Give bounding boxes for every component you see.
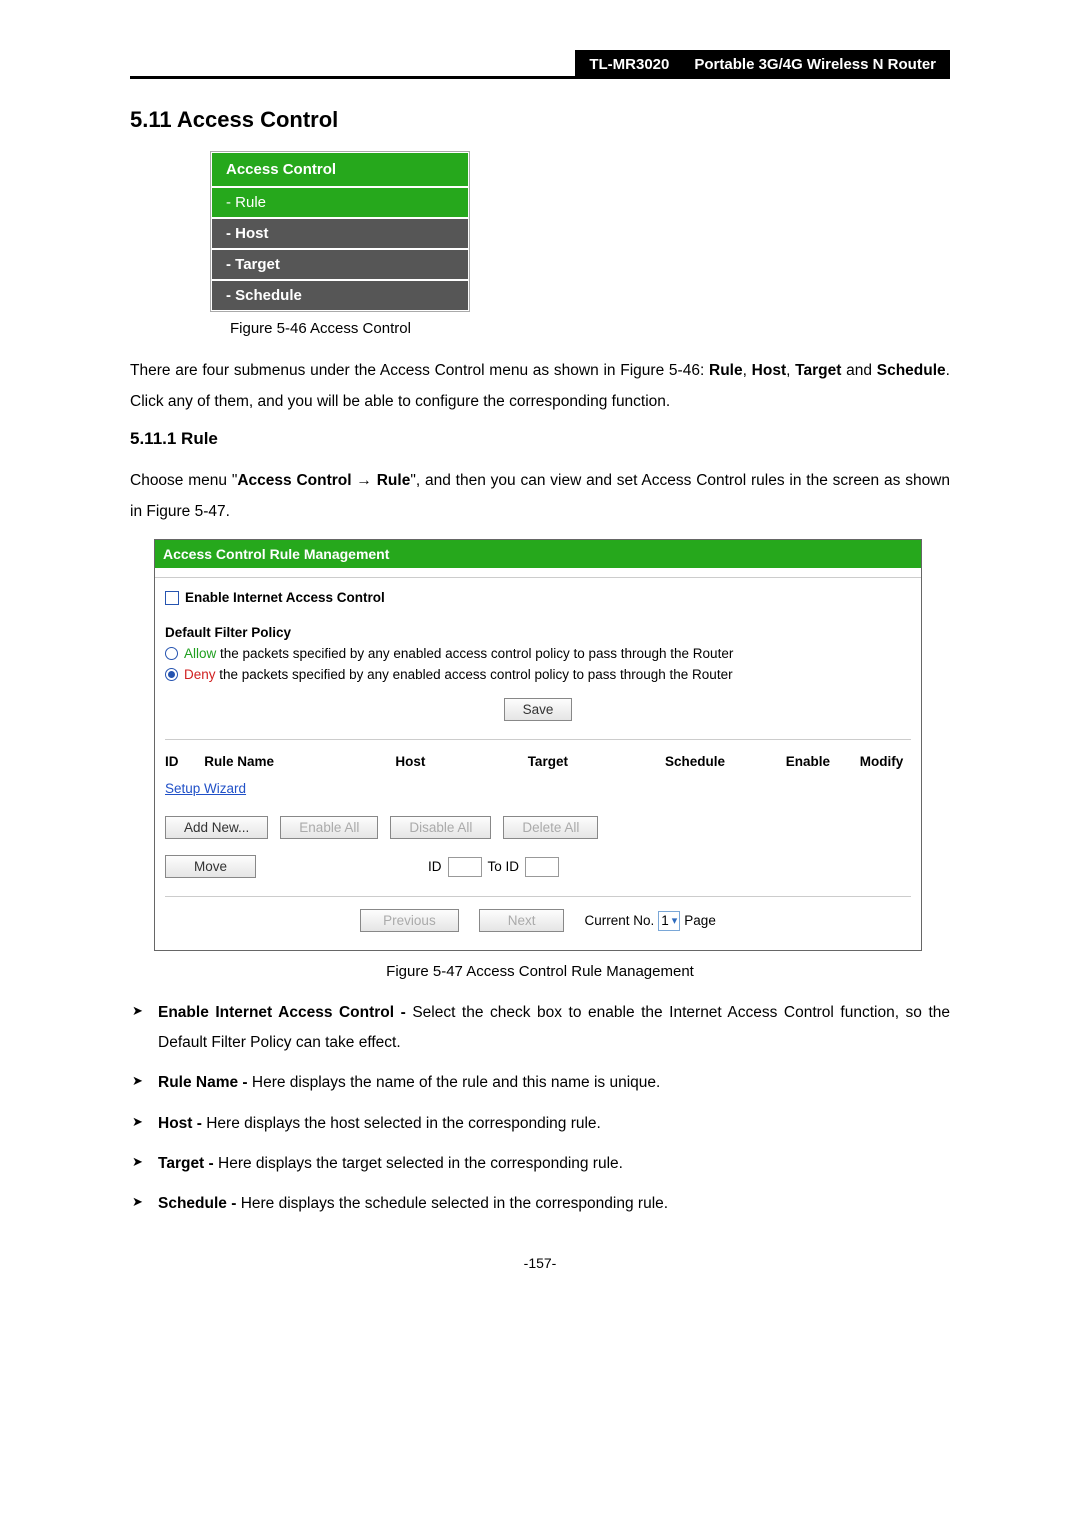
- txt: ,: [743, 362, 752, 379]
- figure-47-caption: Figure 5-47 Access Control Rule Manageme…: [130, 963, 950, 980]
- next-button[interactable]: Next: [479, 909, 565, 932]
- bold-host: Host: [752, 362, 786, 379]
- bold-schedule: Schedule: [877, 362, 946, 379]
- bold-rule: Rule: [709, 362, 743, 379]
- move-button[interactable]: Move: [165, 855, 256, 878]
- txt: ,: [786, 362, 795, 379]
- header-rule: [130, 50, 575, 79]
- to-id-label: To ID: [488, 859, 520, 874]
- screenshot-body: Enable Internet Access Control Default F…: [155, 578, 921, 950]
- bullet-bold: Target -: [158, 1155, 214, 1172]
- bullet-bold: Schedule -: [158, 1195, 236, 1212]
- allow-word: Allow: [184, 646, 216, 661]
- list-item: Target - Here displays the target select…: [130, 1149, 950, 1179]
- th-target: Target: [469, 754, 626, 769]
- disable-all-button[interactable]: Disable All: [390, 816, 491, 839]
- id-input[interactable]: [448, 857, 482, 877]
- page-select[interactable]: 1 ▾: [658, 911, 680, 931]
- deny-rest: the packets specified by any enabled acc…: [216, 667, 733, 682]
- rule-paragraph: Choose menu "Access Control → Rule", and…: [130, 465, 950, 527]
- bullet-list: Enable Internet Access Control - Select …: [130, 998, 950, 1219]
- bullet-bold: Host -: [158, 1115, 202, 1132]
- bullet-text: Here displays the schedule selected in t…: [236, 1195, 668, 1212]
- txt: →: [352, 472, 377, 489]
- filter-policy-title: Default Filter Policy: [165, 625, 911, 640]
- deny-row: Deny the packets specified by any enable…: [165, 667, 911, 682]
- bullet-text: Here displays the name of the rule and t…: [248, 1074, 661, 1091]
- actions-row: Add New... Enable All Disable All Delete…: [165, 816, 911, 839]
- menu-item-host: - Host: [211, 218, 469, 249]
- id-label: ID: [428, 859, 442, 874]
- bullet-bold: Enable Internet Access Control -: [158, 1004, 406, 1021]
- enable-checkbox[interactable]: [165, 591, 179, 605]
- intro-paragraph: There are four submenus under the Access…: [130, 355, 950, 417]
- pagination-footer: Previous Next Current No. 1 ▾ Page: [165, 896, 911, 940]
- bold-target: Target: [795, 362, 841, 379]
- add-new-button[interactable]: Add New...: [165, 816, 268, 839]
- th-host: Host: [352, 754, 470, 769]
- chevron-down-icon: ▾: [672, 914, 678, 927]
- list-item: Enable Internet Access Control - Select …: [130, 998, 950, 1058]
- header-black-bar: TL-MR3020 Portable 3G/4G Wireless N Rout…: [575, 50, 950, 79]
- th-schedule: Schedule: [626, 754, 763, 769]
- previous-button[interactable]: Previous: [360, 909, 459, 932]
- deny-word: Deny: [184, 667, 216, 682]
- section-heading: 5.11 Access Control: [130, 107, 950, 133]
- allow-text: Allow the packets specified by any enabl…: [184, 646, 733, 661]
- menu-item-rule: - Rule: [211, 187, 469, 218]
- page-number: -157-: [130, 1255, 950, 1271]
- bullet-text: Here displays the target selected in the…: [214, 1155, 623, 1172]
- setup-wizard-link[interactable]: Setup Wizard: [165, 781, 246, 796]
- list-item: Rule Name - Here displays the name of th…: [130, 1068, 950, 1098]
- bullet-bold: Rule Name -: [158, 1074, 248, 1091]
- enable-label: Enable Internet Access Control: [185, 590, 385, 605]
- figure-46-caption: Figure 5-46 Access Control: [230, 320, 950, 337]
- product-label: Portable 3G/4G Wireless N Router: [694, 56, 936, 73]
- current-no-label: Current No.: [584, 913, 654, 928]
- delete-all-button[interactable]: Delete All: [503, 816, 598, 839]
- enable-all-button[interactable]: Enable All: [280, 816, 378, 839]
- deny-text: Deny the packets specified by any enable…: [184, 667, 733, 682]
- save-row: Save: [165, 698, 911, 721]
- table-header: ID Rule Name Host Target Schedule Enable…: [165, 739, 911, 775]
- menu-item-target: - Target: [211, 249, 469, 280]
- th-rule-name: Rule Name: [204, 754, 351, 769]
- page-value: 1: [661, 913, 669, 928]
- id-group: ID To ID: [428, 857, 559, 877]
- list-item: Schedule - Here displays the schedule se…: [130, 1189, 950, 1219]
- bold-ac: Access Control: [237, 472, 351, 489]
- separator: [155, 568, 921, 578]
- txt: Choose menu ": [130, 472, 237, 489]
- access-control-menu: Access Control - Rule - Host - Target - …: [210, 151, 470, 312]
- menu-item-schedule: - Schedule: [211, 280, 469, 311]
- allow-radio[interactable]: [165, 647, 178, 660]
- screenshot-title: Access Control Rule Management: [155, 540, 921, 568]
- current-no-group: Current No. 1 ▾ Page: [584, 911, 715, 931]
- bullet-text: Here displays the host selected in the c…: [202, 1115, 601, 1132]
- page-label: Page: [684, 913, 716, 928]
- to-id-input[interactable]: [525, 857, 559, 877]
- allow-row: Allow the packets specified by any enabl…: [165, 646, 911, 661]
- model-label: TL-MR3020: [589, 56, 669, 73]
- deny-radio[interactable]: [165, 668, 178, 681]
- allow-rest: the packets specified by any enabled acc…: [216, 646, 733, 661]
- th-modify: Modify: [852, 754, 911, 769]
- rule-management-screenshot: Access Control Rule Management Enable In…: [154, 539, 922, 951]
- bold-rule2: Rule: [377, 472, 411, 489]
- txt: and: [841, 362, 876, 379]
- move-row: Move ID To ID: [165, 855, 911, 878]
- list-item: Host - Here displays the host selected i…: [130, 1109, 950, 1139]
- menu-title: Access Control: [211, 152, 469, 187]
- th-id: ID: [165, 754, 204, 769]
- page-header: TL-MR3020 Portable 3G/4G Wireless N Rout…: [130, 50, 950, 79]
- enable-row: Enable Internet Access Control: [165, 590, 911, 605]
- th-enable: Enable: [764, 754, 852, 769]
- save-button[interactable]: Save: [504, 698, 573, 721]
- txt: There are four submenus under the Access…: [130, 362, 709, 379]
- subsection-heading: 5.11.1 Rule: [130, 429, 950, 449]
